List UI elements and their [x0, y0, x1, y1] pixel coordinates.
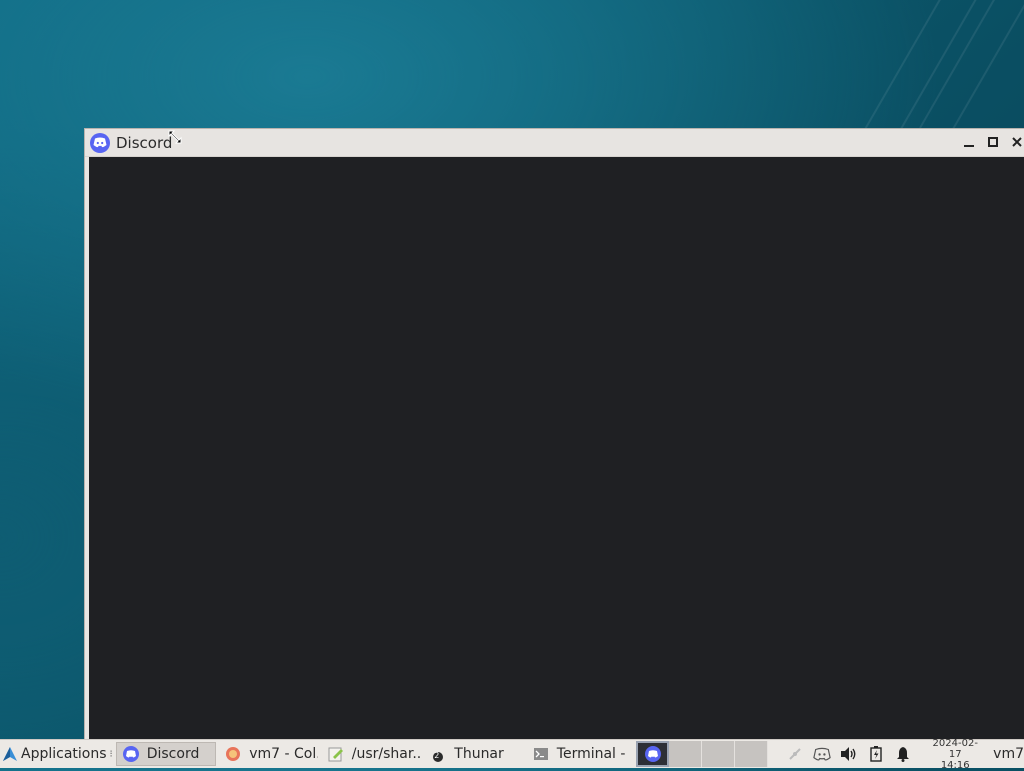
window-controls [963, 135, 1023, 149]
battery-icon[interactable] [867, 745, 885, 763]
task-label: vm7 - Col... [249, 746, 318, 762]
text-editor-icon [328, 746, 344, 762]
menu-handle-icon: ⁝ [109, 748, 113, 760]
task-text-editor[interactable]: /usr/shar... [321, 742, 422, 766]
browser-icon [225, 746, 241, 762]
applications-menu-button[interactable]: Applications ⁝ [0, 740, 116, 768]
clock-time: 14:16 [940, 759, 970, 771]
wallpaper-streaks [864, 0, 1024, 130]
discord-icon [644, 746, 661, 762]
workspace-1[interactable] [636, 741, 670, 767]
task-label: Thunar [454, 746, 504, 762]
resize-cursor-icon [167, 129, 183, 145]
task-terminal[interactable]: Terminal -... [526, 742, 627, 766]
task-discord[interactable]: Discord [115, 742, 217, 766]
discord-window[interactable]: Discord [84, 128, 1024, 740]
task-thunar[interactable]: 2 Thunar [423, 742, 524, 766]
window-titlebar[interactable]: Discord [85, 129, 1024, 157]
task-label: Terminal -... [556, 746, 626, 762]
discord-content-area[interactable] [89, 157, 1024, 739]
network-icon[interactable] [786, 745, 804, 763]
minimize-button[interactable] [963, 135, 975, 149]
system-tray [786, 745, 912, 763]
discord-icon [122, 746, 139, 762]
applications-logo-icon [3, 747, 17, 761]
file-manager-icon: 2 [430, 746, 446, 762]
user-menu[interactable]: vm7 [993, 746, 1024, 762]
discord-icon [90, 132, 110, 153]
task-count-badge: 2 [434, 751, 440, 760]
discord-tray-icon[interactable] [813, 745, 832, 763]
close-button[interactable] [1011, 135, 1023, 149]
task-label: /usr/shar... [351, 746, 422, 762]
task-browser[interactable]: vm7 - Col... [218, 742, 319, 766]
maximize-button[interactable] [987, 135, 999, 149]
terminal-icon [533, 746, 549, 762]
task-label: Discord [146, 746, 200, 762]
workspace-4[interactable] [735, 741, 769, 767]
notifications-bell-icon[interactable] [894, 745, 912, 763]
taskbar: Applications ⁝ Discord vm7 - Col... /usr… [0, 738, 1024, 771]
window-title: Discord [116, 133, 173, 152]
workspace-3[interactable] [702, 741, 736, 767]
volume-icon[interactable] [840, 745, 858, 763]
clock-date: 2024-02-17 [932, 737, 978, 760]
clock[interactable]: 2024-02-17 14:16 [927, 738, 983, 771]
workspace-2[interactable] [669, 741, 703, 767]
applications-label: Applications [21, 746, 107, 762]
workspace-switcher [636, 741, 769, 767]
